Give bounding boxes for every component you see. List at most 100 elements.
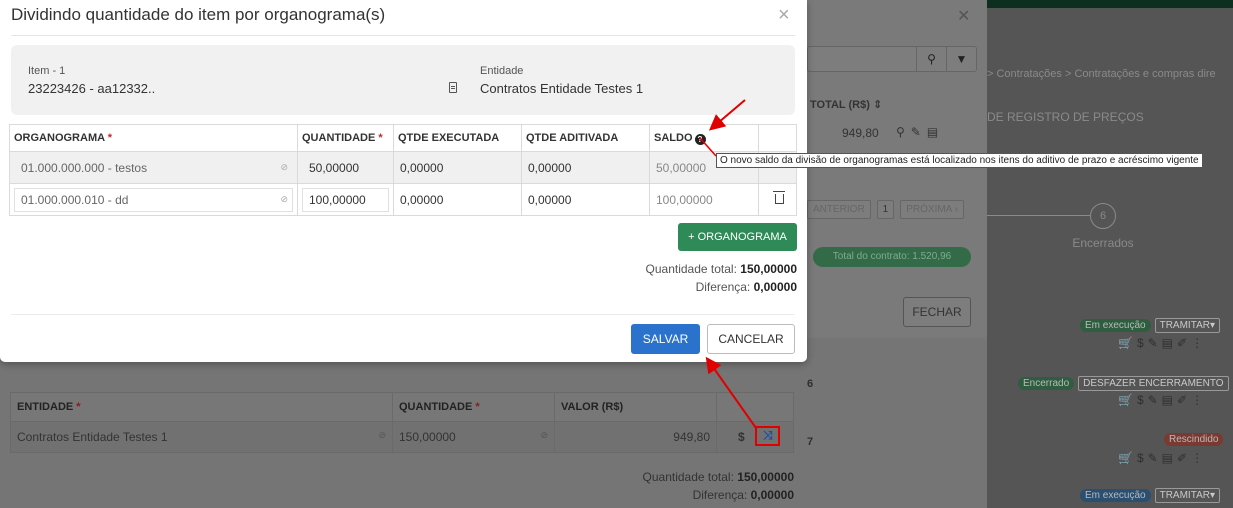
item-value: 23223426 - aa12332.. [28,81,156,96]
col-actions [758,124,797,152]
entity-table: ENTIDADE * QUANTIDADE * VALOR (R$) Contr… [10,392,794,453]
organograma-table: ORGANOGRAMA * QUANTIDADE * QTDE EXECUTAD… [9,124,797,216]
entidade-cell: Contratos Entidade Testes 1 ⊘ [10,421,393,453]
tramitar-label: TRAMITAR [1159,320,1210,331]
organograma-value: 01.000.000.010 - dd [21,192,129,207]
entidade-value: Contratos Entidade Testes 1 [17,430,168,444]
close-icon[interactable]: × [778,4,790,27]
background-header-bar [987,0,1233,8]
row-actions-icons[interactable]: 🛒$✎▤✐⋮ [1118,336,1207,350]
table-row: Contratos Entidade Testes 1 ⊘ 150,00000 ⊘ … [10,421,794,453]
table-row: 01.000.000.000 - testos ⊘ 50,00000 0,0000… [9,151,797,184]
executada-cell: 0,00000 [393,151,522,184]
contract-row-3-status: Rescindido [1164,433,1224,446]
quantidade-cell: 100,00000 [297,183,394,216]
saldo-tooltip: O novo saldo da divisão de organogramas … [716,153,1203,168]
document-icon[interactable] [449,82,457,93]
trash-icon[interactable] [773,190,785,204]
step-label: Encerrados [1072,236,1134,250]
status-badge: Em execução [1080,319,1151,332]
lock-icon: ⊘ [378,430,386,440]
executada-cell: 0,00000 [393,183,522,216]
saldo-cell: 100,00000 [649,183,759,216]
entity-table-section: ENTIDADE * QUANTIDADE * VALOR (R$) Contr… [10,392,794,502]
quantidade-input[interactable]: 100,00000 [302,187,389,212]
quantidade-cell: 150,00000 ⊘ [392,421,555,453]
total-label: Quantidade total: [645,262,737,276]
tramitar-button[interactable]: TRAMITAR▾ [1154,488,1220,503]
col-qtde-aditivada: QTDE ADITIVADA [521,124,650,152]
valor-cell: 949,80 [554,421,717,453]
total-column-label: TOTAL (R$) [810,99,870,111]
search-bar[interactable]: ⚲ ▼ [807,46,977,72]
quantidade-input[interactable]: 50,00000 [302,155,389,180]
close-button[interactable]: FECHAR [903,297,971,327]
cancel-button[interactable]: CANCELAR [707,324,795,354]
desfazer-encerramento-button[interactable]: DESFAZER ENCERRAMENTO [1078,376,1229,391]
background-breadcrumb: > Contratações > Contratações e compras … [987,68,1216,80]
required-mark: * [378,132,383,144]
modal-total: Quantidade total: 150,00000 [646,262,797,276]
current-page[interactable]: 1 [876,200,895,219]
pagination: ANTERIOR 1 PRÓXIMA › [807,200,964,219]
col-quantidade: QUANTIDADE * [392,392,555,422]
required-mark: * [76,401,81,413]
executada-value: 0,00000 [400,160,444,175]
col-entidade: ENTIDADE * [10,392,393,422]
row-actions-icons[interactable]: 🛒$✎▤✐⋮ [1118,393,1207,407]
row-actions-icons[interactable]: 🛒$✎▤✐⋮ [1118,451,1207,465]
divide-quantity-modal: Dividindo quantidade do item por organog… [0,0,807,362]
filter-icon[interactable]: ▼ [946,47,976,71]
close-icon[interactable]: ✕ [957,6,970,26]
search-icon[interactable]: ⚲ [916,47,946,71]
help-icon[interactable]: ? [694,133,706,145]
search-input[interactable] [808,47,916,71]
organograma-value: 01.000.000.000 - testos [21,160,148,175]
item-info-panel: Item - 1 23223426 - aa12332.. Entidade C… [11,45,795,115]
row-number: 7 [807,436,814,448]
modal-title: Dividindo quantidade do item por organog… [11,5,386,24]
aditivada-cell: 0,00000 [521,183,650,216]
actions-cell [758,183,797,216]
table-row: 01.000.000.010 - dd ⊘ 100,00000 0,00000 0… [9,183,797,216]
diff-label: Diferença: [692,488,748,502]
required-mark: * [475,401,480,413]
col-qtde-executada: QTDE EXECUTADA [393,124,522,152]
entidade-label: Entidade [480,65,524,77]
saldo-value: 50,00000 [656,160,707,175]
item-actions[interactable]: ⚲✎▤ [896,125,944,139]
tramitar-button[interactable]: TRAMITAR▾ [1154,318,1220,333]
table-header-row: ENTIDADE * QUANTIDADE * VALOR (R$) [10,392,794,422]
table-header-row: ORGANOGRAMA * QUANTIDADE * QTDE EXECUTAD… [9,124,797,152]
lock-icon: ⊘ [540,430,548,440]
divider [11,35,795,36]
next-page-label: PRÓXIMA [906,204,952,215]
status-badge: Encerrado [1018,377,1075,390]
status-badge: Em execução [1080,489,1151,502]
dollar-icon[interactable]: $ [738,430,745,444]
add-organograma-button[interactable]: + ORGANOGRAMA [678,223,797,251]
annotation-highlight-box [755,426,780,446]
col-saldo: SALDO? [649,124,759,152]
status-badge: Rescindido [1164,433,1224,446]
next-page-button[interactable]: PRÓXIMA › [900,200,964,219]
col-quantidade-label: QUANTIDADE [302,132,376,144]
total-value: 150,00000 [740,262,797,276]
contract-total-badge: Total do contrato: 1.520,96 [813,247,971,267]
aditivada-cell: 0,00000 [521,151,650,184]
tramitar-label: TRAMITAR [1159,490,1210,501]
quantidade-cell: 50,00000 [297,151,394,184]
step-circle: 6 [1090,203,1116,229]
quantidade-value: 150,00000 [399,430,456,444]
lower-difference: Diferença: 0,00000 [693,488,794,502]
save-button[interactable]: SALVAR [631,324,700,354]
prev-page-button[interactable]: ANTERIOR [807,200,871,219]
lower-total: Quantidade total: 150,00000 [643,470,794,484]
diff-value: 0,00000 [753,280,797,294]
col-quantidade: QUANTIDADE * [297,124,394,152]
col-saldo-label: SALDO [654,131,693,144]
background-registry-title: DE REGISTRO DE PREÇOS [987,110,1144,124]
clear-icon[interactable]: ⊘ [280,194,288,205]
col-valor: VALOR (R$) [554,392,717,422]
organograma-select[interactable]: 01.000.000.010 - dd ⊘ [14,187,293,212]
